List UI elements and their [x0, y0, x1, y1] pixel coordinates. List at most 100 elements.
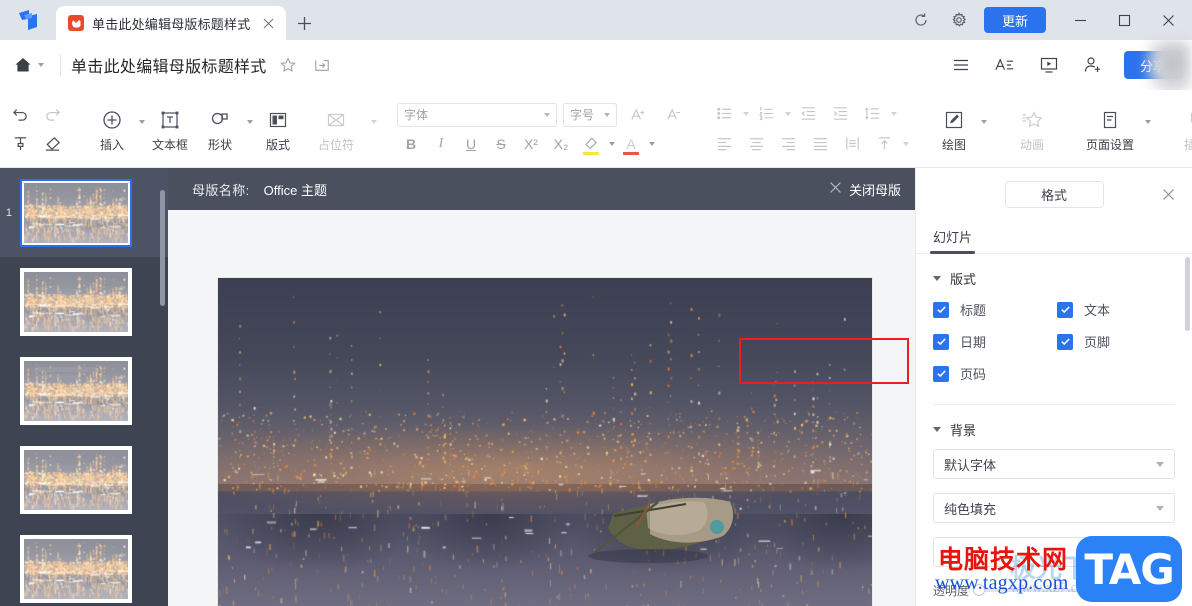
fill-type-select[interactable]: 纯色填充 — [933, 493, 1175, 523]
textbox-button[interactable]: 文本框 — [145, 90, 195, 167]
browser-tab[interactable]: 单击此处编辑母版标题样式 — [56, 6, 287, 40]
boat-illustration — [588, 497, 734, 563]
slide-thumbnail[interactable] — [0, 257, 168, 346]
text-format-icon[interactable] — [986, 48, 1024, 82]
font-family-select[interactable]: 字体 — [397, 102, 557, 127]
subscript-button[interactable]: X₂ — [547, 131, 575, 157]
checkbox-footer[interactable]: 页脚 — [1057, 332, 1175, 351]
caret-down-icon — [933, 426, 941, 432]
slide-editing-canvas[interactable] — [218, 278, 872, 606]
present-screen-icon[interactable] — [1030, 48, 1068, 82]
bullet-list-icon[interactable] — [709, 100, 739, 128]
tab-close-icon[interactable] — [258, 13, 278, 33]
minimize-icon[interactable] — [1058, 0, 1102, 40]
placeholder-label: 占位符 — [317, 137, 354, 152]
slide-thumbnail-panel[interactable]: 1 — [0, 168, 168, 606]
window-close-icon[interactable] — [1146, 0, 1190, 40]
share-button[interactable]: 分享 — [1123, 51, 1182, 79]
thumbnail-frame — [20, 445, 132, 514]
panel-header: 格式 — [916, 168, 1192, 220]
line-spacing-icon[interactable] — [857, 100, 887, 128]
maximize-icon[interactable] — [1102, 0, 1146, 40]
increase-font-size-icon[interactable] — [623, 101, 653, 129]
linespacing-caret-icon[interactable] — [891, 111, 897, 116]
decrease-indent-icon[interactable] — [793, 100, 823, 128]
valign-caret-icon[interactable] — [903, 141, 909, 146]
align-justify-icon[interactable] — [805, 130, 835, 158]
share-out-icon[interactable] — [309, 52, 335, 78]
slide-thumbnail[interactable]: 1 — [0, 168, 168, 257]
align-left-icon[interactable] — [709, 130, 739, 158]
redo-icon[interactable] — [37, 100, 67, 128]
checkbox-pagenumber[interactable]: 页码 — [933, 364, 1057, 383]
distribute-icon[interactable] — [837, 130, 867, 158]
plugin-icon — [1185, 107, 1192, 133]
hamburger-menu-icon[interactable] — [942, 48, 980, 82]
sync-icon[interactable] — [902, 0, 940, 40]
align-center-icon[interactable] — [741, 130, 771, 158]
slide-thumbnail[interactable] — [0, 524, 168, 606]
bold-button[interactable]: B — [397, 131, 425, 157]
draw-button[interactable]: 绘图 — [929, 90, 979, 167]
pagesetup-caret-icon[interactable] — [1145, 119, 1151, 124]
fill-color-select[interactable] — [933, 537, 1175, 567]
font-color-button[interactable]: A — [617, 131, 645, 157]
ribbon-group-history — [0, 90, 72, 167]
tab-format[interactable]: 格式 — [1004, 180, 1104, 208]
add-collaborator-icon[interactable] — [1074, 48, 1112, 82]
checkbox-title[interactable]: 标题 — [933, 300, 1057, 319]
panel-scrollbar[interactable] — [1185, 257, 1190, 331]
layout-icon — [267, 107, 289, 133]
home-button[interactable] — [0, 56, 54, 74]
draw-caret-icon[interactable] — [981, 119, 987, 124]
undo-icon[interactable] — [5, 100, 35, 128]
transparency-value[interactable]: 0% — [1133, 579, 1175, 601]
thumbnail-image — [24, 449, 128, 510]
decrease-font-size-icon[interactable] — [659, 101, 689, 129]
textbox-label: 文本框 — [151, 137, 188, 152]
chevron-down-icon — [544, 112, 550, 117]
gear-icon[interactable] — [940, 0, 978, 40]
format-painter-icon[interactable] — [5, 130, 35, 158]
shape-button[interactable]: 形状 — [195, 90, 245, 167]
default-font-select[interactable]: 默认字体 — [933, 449, 1175, 479]
strikethrough-button[interactable]: S — [487, 131, 515, 157]
italic-button[interactable]: I — [427, 131, 455, 157]
font-color-caret-icon[interactable] — [649, 141, 655, 146]
checkbox-date[interactable]: 日期 — [933, 332, 1057, 351]
panel-close-icon[interactable] — [1158, 184, 1178, 204]
align-right-icon[interactable] — [773, 130, 803, 158]
checkbox-text[interactable]: 文本 — [1057, 300, 1175, 319]
layout-section-header[interactable]: 版式 — [933, 258, 1175, 298]
checkmark-icon — [933, 301, 949, 318]
superscript-button[interactable]: X² — [517, 131, 545, 157]
thumbnail-scrollbar[interactable] — [160, 190, 165, 306]
page-setup-button[interactable]: 页面设置 — [1077, 90, 1143, 167]
caret-down-icon — [933, 275, 941, 281]
bullet-caret-icon[interactable] — [743, 111, 749, 116]
insert-button[interactable]: 插入 — [87, 90, 137, 167]
text-highlight-icon[interactable] — [577, 131, 605, 157]
clear-format-icon[interactable] — [37, 130, 67, 158]
background-section-header[interactable]: 背景 — [933, 409, 1175, 449]
increase-indent-icon[interactable] — [825, 100, 855, 128]
layout-button[interactable]: 版式 — [253, 90, 303, 167]
new-tab-icon[interactable] — [286, 6, 322, 40]
slide-thumbnail[interactable] — [0, 435, 168, 524]
highlight-caret-icon[interactable] — [609, 141, 615, 146]
numbered-list-icon[interactable] — [751, 100, 781, 128]
underline-button[interactable]: U — [457, 131, 485, 157]
font-size-select[interactable]: 字号 — [563, 102, 617, 127]
tab-slide[interactable]: 幻灯片 — [929, 227, 976, 254]
vertical-align-icon[interactable] — [869, 130, 899, 158]
checkmark-icon — [1057, 301, 1073, 318]
slide-thumbnail[interactable] — [0, 346, 168, 435]
star-icon[interactable] — [275, 52, 301, 78]
number-caret-icon[interactable] — [785, 111, 791, 116]
close-master-button[interactable]: 关闭母版 — [829, 168, 915, 210]
slider-knob[interactable] — [973, 584, 986, 596]
chevron-down-icon[interactable] — [38, 63, 44, 67]
plugin-label: 插件 — [1183, 137, 1192, 152]
transparency-slider[interactable] — [973, 584, 1123, 596]
update-button[interactable]: 更新 — [983, 7, 1046, 33]
